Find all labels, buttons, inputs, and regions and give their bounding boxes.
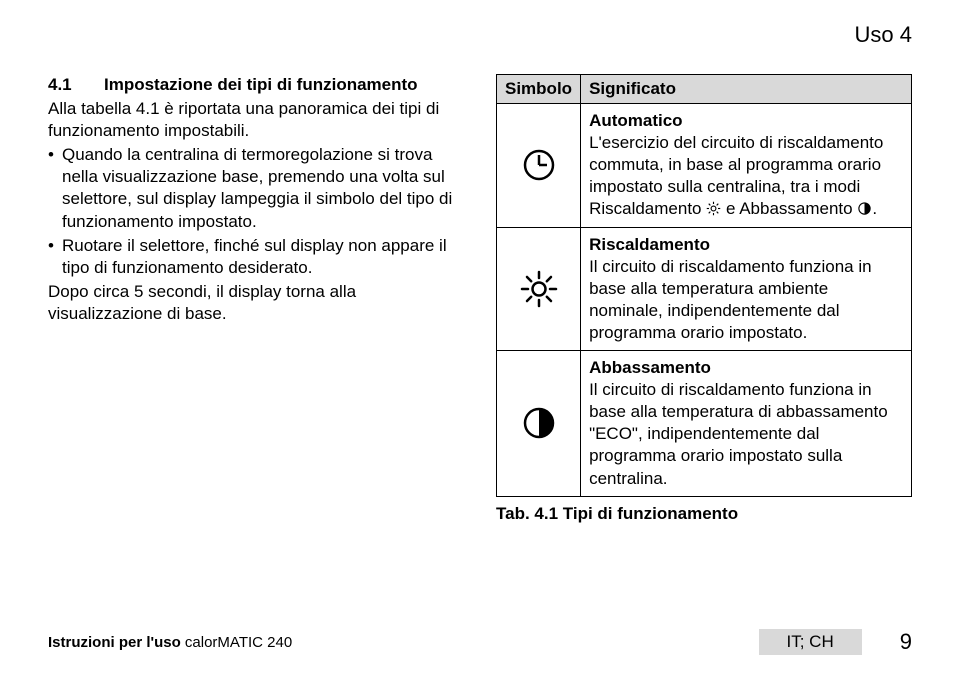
section-intro: Alla tabella 4.1 è riportata una panoram… [48, 98, 464, 142]
footer-title-bold: Istruzioni per l'uso [48, 634, 181, 651]
meaning-abbassamento: Abbassamento Il circuito di riscaldament… [581, 351, 912, 497]
symbol-table: Simbolo Significato Automatico L'eserciz… [496, 74, 912, 497]
right-column: Simbolo Significato Automatico L'eserciz… [496, 74, 912, 525]
row-title: Riscaldamento [589, 235, 710, 254]
table-caption: Tab. 4.1 Tipi di funzionamento [496, 503, 912, 525]
footer-title-normal: calorMATIC 240 [181, 634, 292, 651]
table-row: Automatico L'esercizio del circuito di r… [497, 104, 912, 227]
row-text-2: e Abbassamento [721, 199, 857, 218]
row-title: Automatico [589, 111, 683, 130]
table-row: Riscaldamento Il circuito di riscaldamen… [497, 227, 912, 350]
moon-icon [857, 201, 872, 216]
row-text: Il circuito di riscaldamento funziona in… [589, 257, 872, 342]
instruction-list: Quando la centralina di termoregolazione… [48, 144, 464, 279]
clock-icon [497, 104, 581, 227]
header-section-label: Uso 4 [855, 22, 912, 48]
section-after-text: Dopo circa 5 secondi, il display torna a… [48, 281, 464, 325]
content-columns: 4.1 Impostazione dei tipi di funzionamen… [48, 74, 912, 525]
page-footer: Istruzioni per l'uso calorMATIC 240 IT; … [48, 629, 912, 655]
row-text: Il circuito di riscaldamento funziona in… [589, 380, 888, 487]
meaning-riscaldamento: Riscaldamento Il circuito di riscaldamen… [581, 227, 912, 350]
footer-left: Istruzioni per l'uso calorMATIC 240 [48, 634, 759, 651]
table-row: Abbassamento Il circuito di riscaldament… [497, 351, 912, 497]
sun-icon [706, 201, 721, 216]
sun-icon [497, 227, 581, 350]
section-title: Impostazione dei tipi di funzionamento [104, 74, 464, 96]
list-item: Quando la centralina di termoregolazione… [62, 144, 464, 232]
footer-locale-tag: IT; CH [759, 629, 862, 655]
page-number: 9 [900, 629, 912, 655]
table-header-row: Simbolo Significato [497, 75, 912, 104]
section-number: 4.1 [48, 74, 104, 96]
row-title: Abbassamento [589, 358, 711, 377]
moon-icon [497, 351, 581, 497]
col-header-simbolo: Simbolo [497, 75, 581, 104]
section-heading: 4.1 Impostazione dei tipi di funzionamen… [48, 74, 464, 96]
col-header-significato: Significato [581, 75, 912, 104]
list-item: Ruotare il selettore, finché sul display… [62, 235, 464, 279]
meaning-automatico: Automatico L'esercizio del circuito di r… [581, 104, 912, 227]
row-text-3: . [872, 199, 877, 218]
left-column: 4.1 Impostazione dei tipi di funzionamen… [48, 74, 464, 525]
